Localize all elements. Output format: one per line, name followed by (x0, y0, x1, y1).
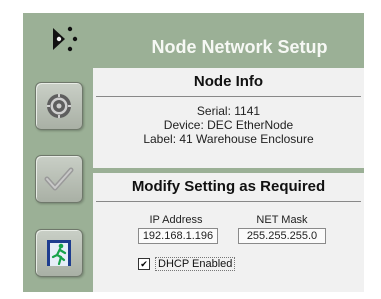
settings-button[interactable] (35, 82, 83, 130)
network-fields: IP Address NET Mask ✔ DHCP Enabled (93, 202, 364, 272)
ip-address-label: IP Address (149, 214, 203, 226)
dhcp-option[interactable]: ✔ DHCP Enabled (138, 257, 236, 271)
exit-button[interactable] (35, 229, 83, 277)
gear-icon (47, 94, 71, 118)
node-info-panel: Node Info Serial: 1141 Device: DEC Ether… (93, 68, 364, 168)
exit-door-icon (47, 240, 71, 266)
setup-screen: Node Network Setup Node Info Serial: 114… (23, 13, 364, 292)
serial-text: Serial: 1141 (196, 104, 261, 118)
apply-button[interactable] (35, 155, 83, 203)
node-info-title: Node Info (193, 73, 264, 90)
modify-title: Modify Setting as Required (131, 178, 326, 195)
label-text: Label: 41 Warehouse Enclosure (143, 132, 314, 146)
dhcp-checkbox[interactable]: ✔ (138, 258, 150, 270)
divider (96, 96, 361, 97)
ip-address-input[interactable] (138, 228, 218, 244)
net-mask-input[interactable] (238, 228, 326, 244)
page-title: Node Network Setup (151, 37, 328, 57)
modify-settings-panel: Modify Setting as Required IP Address NE… (93, 173, 364, 292)
checkmark-icon (44, 167, 74, 191)
net-mask-label: NET Mask (256, 214, 308, 226)
app-logo-icon (53, 26, 78, 52)
dhcp-label[interactable]: DHCP Enabled (155, 257, 236, 271)
node-details: Serial: 1141 Device: DEC EtherNode Label… (93, 104, 364, 146)
device-text: Device: DEC EtherNode (163, 118, 294, 132)
